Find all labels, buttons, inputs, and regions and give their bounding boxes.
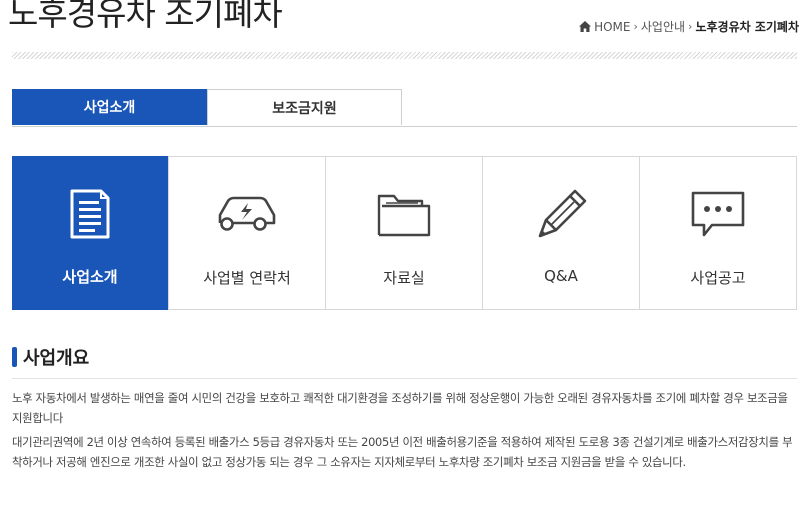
tile-label: 사업공고 [690,269,746,287]
page-title: 노후경유차 조기폐차 [8,0,283,33]
home-icon[interactable] [579,21,592,32]
eligibility-paragraph: 대기관리권역에 2년 이상 연속하여 등록된 배출가스 5등급 경유자동차 또는… [12,435,793,469]
tile-announcements[interactable]: 사업공고 [640,157,796,309]
breadcrumb-separator-icon: › [633,20,638,33]
breadcrumb-section[interactable]: 사업안내 [641,18,685,35]
tile-business-intro[interactable]: 사업소개 [12,156,169,310]
document-icon [70,189,110,239]
tile-label: 사업별 연락처 [203,269,291,287]
breadcrumb-current: 노후경유차 조기폐차 [695,20,799,34]
overview-paragraph: 노후 자동차에서 발생하는 매연을 줄여 시민의 건강을 보호하고 쾌적한 대기… [12,391,788,425]
car-icon [218,196,276,231]
breadcrumb: HOME › 사업안내 › 노후경유차 조기폐차 [579,18,799,35]
tab-bar: 사업소개 보조금지원 [12,89,797,127]
decorative-divider [12,52,797,59]
tile-qna[interactable]: Q&A [483,157,640,309]
tab-business-intro[interactable]: 사업소개 [12,89,207,125]
section-title: 사업개요 [23,348,90,369]
quick-menu: 사업소개 사업별 연락처 자료실 Q&A 사업공고 [12,156,797,310]
tile-label: 사업소개 [62,268,118,286]
folder-icon [377,194,431,237]
breadcrumb-separator-icon: › [688,20,693,33]
breadcrumb-home[interactable]: HOME [594,20,630,34]
tile-label: 자료실 [383,269,425,287]
section-heading: 사업개요 [12,344,89,370]
tile-contacts[interactable]: 사업별 연락처 [169,157,326,309]
tab-subsidy-support[interactable]: 보조금지원 [207,89,402,125]
tile-label: Q&A [544,267,578,285]
tile-archive[interactable]: 자료실 [326,157,483,309]
pencil-icon [538,189,587,238]
speech-bubble-icon [691,191,745,237]
section-divider [12,378,797,379]
heading-accent-bar [12,347,17,367]
